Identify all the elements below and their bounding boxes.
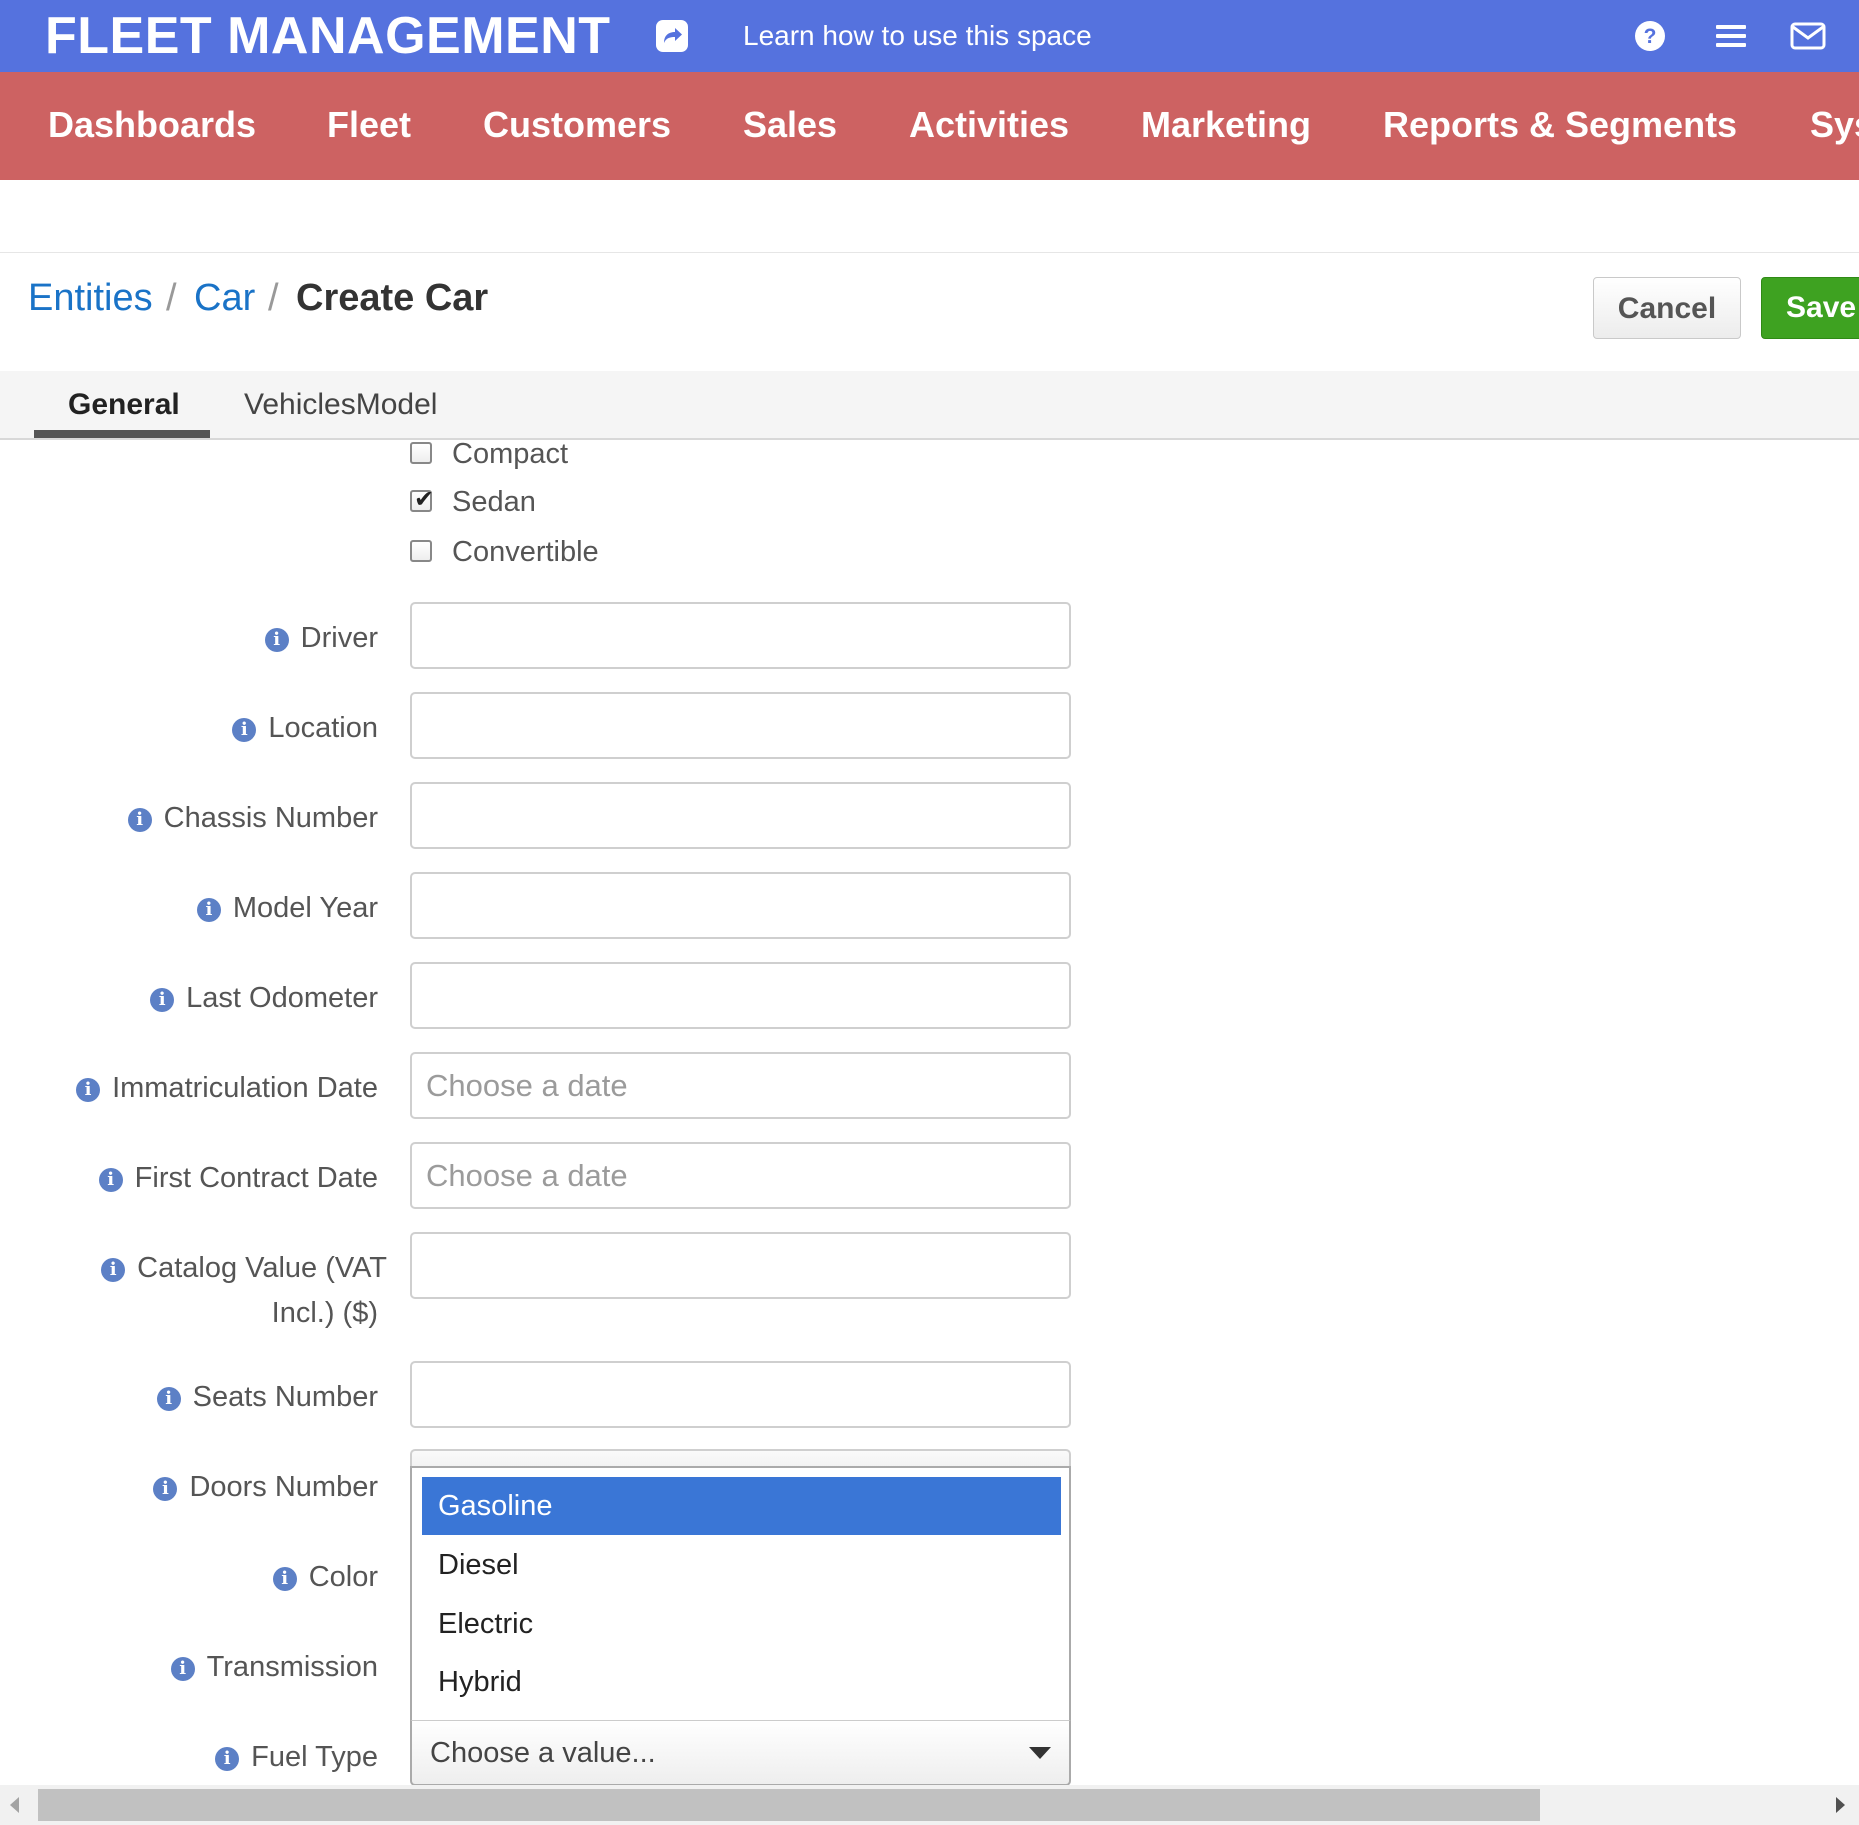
tab-vehicles-model[interactable]: VehiclesModel	[244, 385, 437, 425]
label-text: Last Odometer	[186, 982, 378, 1014]
nav-activities[interactable]: Activities	[909, 102, 1069, 148]
label-text: Seats Number	[192, 1381, 378, 1413]
nav-dashboards[interactable]: Dashboards	[48, 102, 256, 148]
label-text: First Contract Date	[134, 1162, 378, 1194]
checkbox-box[interactable]: ✔	[410, 486, 434, 513]
top-bar: FLEET MANAGEMENT Learn how to use this s…	[0, 0, 1859, 72]
breadcrumb-separator: /	[166, 277, 177, 319]
catalog-value-label-line2: Incl.) ($)	[271, 1297, 378, 1329]
first-contract-date-label: i First Contract Date	[98, 1156, 378, 1201]
breadcrumb-separator: /	[268, 277, 279, 319]
color-label: i Color	[272, 1555, 378, 1600]
fuel-type-select[interactable]: Choose a value...	[410, 1720, 1071, 1786]
label-text: Fuel Type	[251, 1741, 378, 1773]
tab-general[interactable]: General	[68, 385, 180, 425]
tab-bar: General VehiclesModel	[0, 371, 1859, 440]
immatriculation-date-input[interactable]	[410, 1052, 1071, 1119]
label-text: Immatriculation Date	[112, 1072, 378, 1104]
seats-number-input[interactable]	[410, 1361, 1071, 1428]
info-icon[interactable]: i	[232, 718, 257, 742]
info-icon[interactable]: i	[272, 1567, 297, 1591]
info-icon[interactable]: i	[98, 1168, 123, 1192]
checkbox-box[interactable]	[410, 540, 432, 562]
label-text: Transmission	[206, 1651, 378, 1683]
breadcrumb-entities[interactable]: Entities	[28, 272, 153, 324]
chassis-number-input[interactable]	[410, 782, 1071, 849]
mail-icon[interactable]	[1788, 16, 1828, 56]
checkbox-label: Sedan	[452, 486, 536, 518]
checkbox-label: Convertible	[452, 536, 599, 568]
info-icon[interactable]: i	[76, 1078, 101, 1102]
select-placeholder: Choose a value...	[430, 1737, 656, 1769]
driver-input[interactable]	[410, 602, 1071, 669]
horizontal-scrollbar[interactable]	[0, 1785, 1859, 1825]
info-icon[interactable]: i	[215, 1747, 240, 1771]
first-contract-date-input[interactable]	[410, 1142, 1071, 1209]
location-label: i Location	[232, 706, 378, 751]
info-icon[interactable]: i	[150, 988, 175, 1012]
chassis-number-label: i Chassis Number	[127, 796, 378, 841]
nav-reports-segments[interactable]: Reports & Segments	[1383, 102, 1737, 148]
info-icon[interactable]: i	[153, 1477, 178, 1501]
info-icon[interactable]: i	[156, 1387, 181, 1411]
app-title[interactable]: FLEET MANAGEMENT	[45, 6, 611, 66]
location-input[interactable]	[410, 692, 1071, 759]
info-icon[interactable]: i	[196, 898, 221, 922]
help-icon[interactable]: ?	[1630, 16, 1670, 56]
scrollbar-thumb[interactable]	[38, 1789, 1540, 1821]
main-nav: Dashboards Fleet Customers Sales Activit…	[0, 72, 1859, 180]
share-icon[interactable]	[654, 18, 690, 54]
dropdown-option-hybrid[interactable]: Hybrid	[422, 1653, 1061, 1711]
dropdown-option-electric[interactable]: Electric	[422, 1595, 1061, 1653]
checkmark-icon: ✔	[414, 486, 435, 513]
catalog-value-input[interactable]	[410, 1232, 1071, 1299]
label-text: Chassis Number	[163, 802, 378, 834]
info-icon[interactable]: i	[264, 628, 289, 652]
model-year-label: i Model Year	[196, 886, 378, 931]
chevron-down-icon[interactable]	[1029, 1747, 1051, 1759]
dropdown-option-gasoline[interactable]: Gasoline	[422, 1477, 1061, 1535]
divider	[0, 252, 1859, 253]
breadcrumb-car[interactable]: Car	[194, 272, 255, 324]
seats-number-label: i Seats Number	[156, 1375, 378, 1420]
last-odometer-input[interactable]	[410, 962, 1071, 1029]
transmission-label: i Transmission	[170, 1645, 378, 1690]
nav-system[interactable]: Sys	[1810, 102, 1859, 148]
label-text: Model Year	[232, 892, 378, 924]
immatriculation-date-label: i Immatriculation Date	[76, 1066, 378, 1111]
save-button[interactable]: Save	[1761, 277, 1859, 339]
last-odometer-label: i Last Odometer	[150, 976, 378, 1021]
dropdown-option-diesel[interactable]: Diesel	[422, 1536, 1061, 1594]
cancel-button[interactable]: Cancel	[1593, 277, 1741, 339]
learn-link[interactable]: Learn how to use this space	[743, 18, 1092, 54]
checkbox-box[interactable]	[410, 442, 432, 464]
label-text: Doors Number	[189, 1471, 378, 1503]
model-year-input[interactable]	[410, 872, 1071, 939]
active-tab-indicator	[34, 430, 210, 438]
fuel-type-dropdown-list: Gasoline Diesel Electric Hybrid	[410, 1466, 1071, 1722]
scroll-left-arrow-icon[interactable]	[10, 1797, 19, 1813]
nav-sales[interactable]: Sales	[743, 102, 837, 148]
page-title: Create Car	[296, 277, 489, 319]
svg-text:?: ?	[1644, 25, 1657, 48]
info-icon[interactable]: i	[127, 808, 152, 832]
nav-marketing[interactable]: Marketing	[1141, 102, 1311, 148]
label-text: Location	[268, 712, 378, 744]
menu-icon[interactable]	[1711, 16, 1751, 56]
info-icon[interactable]: i	[170, 1657, 195, 1681]
label-text: Catalog Value (VAT	[137, 1252, 387, 1284]
label-text: Driver	[300, 622, 378, 654]
label-text: Color	[308, 1561, 378, 1593]
checkbox-label: Compact	[452, 438, 569, 470]
nav-fleet[interactable]: Fleet	[327, 102, 411, 148]
catalog-value-label-line1: i Catalog Value (VAT	[101, 1246, 387, 1291]
driver-label: i Driver	[264, 616, 378, 661]
info-icon[interactable]: i	[101, 1258, 126, 1282]
catalog-value-label: i Catalog Value (VAT Incl.) ($)	[101, 1246, 387, 1336]
doors-number-label: i Doors Number	[153, 1465, 378, 1510]
scroll-right-arrow-icon[interactable]	[1836, 1797, 1845, 1813]
fuel-type-label: i Fuel Type	[215, 1735, 378, 1780]
nav-customers[interactable]: Customers	[483, 102, 671, 148]
